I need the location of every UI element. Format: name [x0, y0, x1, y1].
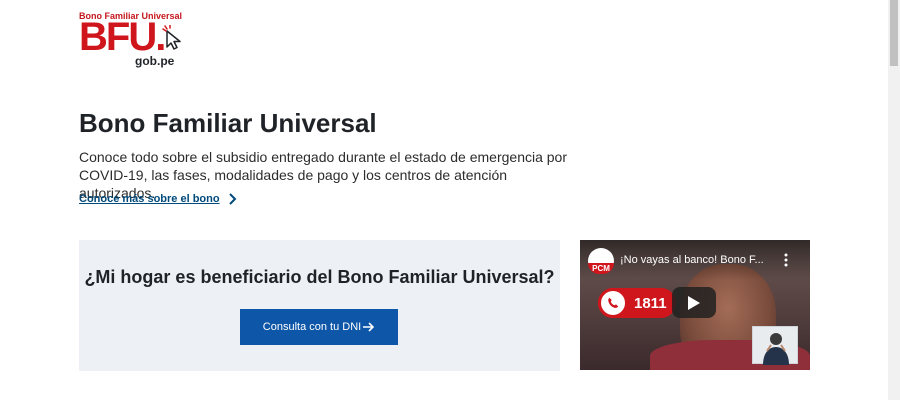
page-title: Bono Familiar Universal	[79, 108, 377, 138]
play-icon	[688, 295, 700, 310]
consult-dni-label: Consulta con tu DNI	[262, 321, 362, 333]
bfu-logo[interactable]: Bono Familiar Universal BFU. gob.pe	[79, 11, 189, 73]
learn-more-label: Conoce más sobre el bono	[79, 193, 220, 205]
hotline-badge: 1811	[598, 288, 676, 318]
arrow-right-icon	[363, 322, 375, 332]
video-title[interactable]: ¡No vayas al banco! Bono F...	[620, 254, 764, 266]
page-scrollbar[interactable]	[888, 0, 900, 400]
scrollbar-thumb[interactable]	[890, 0, 898, 66]
cursor-click-icon	[162, 25, 181, 50]
beneficiary-question: ¿Mi hogar es beneficiario del Bono Famil…	[84, 267, 555, 287]
sign-language-interpreter	[752, 326, 798, 365]
video-play-button[interactable]	[672, 287, 716, 318]
chevron-right-icon	[228, 193, 237, 205]
phone-icon	[598, 288, 628, 318]
kebab-menu-icon[interactable]	[780, 252, 792, 268]
learn-more-link[interactable]: Conoce más sobre el bono	[79, 193, 238, 205]
beneficiary-check-panel: ¿Mi hogar es beneficiario del Bono Famil…	[79, 240, 560, 371]
video-channel-avatar[interactable]: PCM	[588, 248, 614, 274]
consult-dni-button[interactable]: Consulta con tu DNI	[240, 309, 398, 345]
logo-sub-text: gob.pe	[135, 54, 175, 68]
hotline-number: 1811	[634, 294, 667, 312]
logo-main-text: BFU.	[79, 15, 166, 59]
video-embed[interactable]: 1811 PCM ¡No vayas al banco! Bono F...	[580, 240, 810, 370]
